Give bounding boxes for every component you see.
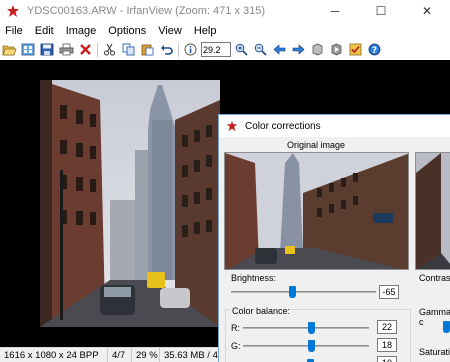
- menu-help[interactable]: Help: [188, 25, 223, 37]
- help-icon[interactable]: ?: [365, 41, 383, 58]
- dialog-title: Color corrections: [245, 120, 321, 132]
- paste-icon[interactable]: [138, 41, 156, 58]
- red-slider-track[interactable]: [243, 327, 369, 329]
- copy-icon[interactable]: [119, 41, 137, 58]
- corrected-image-preview: [415, 152, 450, 270]
- title-bar: YDSC00163.ARW - IrfanView (Zoom: 471 x 3…: [0, 0, 450, 22]
- next-icon[interactable]: [289, 41, 307, 58]
- menu-edit[interactable]: Edit: [29, 25, 60, 37]
- toolbar: 29.2 ?: [0, 40, 450, 59]
- color-corrections-dialog: Color corrections Original image Brightn…: [218, 114, 450, 362]
- slideshow-icon[interactable]: [308, 41, 326, 58]
- color-balance-group: [225, 309, 411, 362]
- gamma-slider-thumb[interactable]: [443, 321, 450, 333]
- color-balance-r-label: R:: [231, 323, 240, 333]
- status-index: 4/7: [108, 347, 132, 362]
- svg-text:?: ?: [371, 46, 376, 56]
- red-slider-thumb[interactable]: [308, 322, 316, 334]
- dialog-title-bar: Color corrections: [219, 115, 450, 137]
- maximize-button[interactable]: ☐: [358, 0, 404, 22]
- status-zoom: 29 %: [132, 347, 160, 362]
- window-title: YDSC00163.ARW - IrfanView (Zoom: 471 x 3…: [27, 5, 266, 17]
- previous-icon[interactable]: [270, 41, 288, 58]
- green-slider-track[interactable]: [243, 345, 369, 347]
- minimize-button[interactable]: ─: [312, 0, 358, 22]
- menu-file[interactable]: File: [0, 25, 29, 37]
- undo-icon[interactable]: [157, 41, 175, 58]
- brightness-slider-thumb[interactable]: [288, 286, 296, 298]
- print-icon[interactable]: [57, 41, 75, 58]
- color-balance-g-label: G:: [231, 341, 241, 351]
- green-slider-thumb[interactable]: [308, 340, 316, 352]
- brightness-value[interactable]: -65: [379, 285, 399, 299]
- close-button[interactable]: ✕: [404, 0, 450, 22]
- menu-options[interactable]: Options: [102, 25, 152, 37]
- toolbar-separator: [97, 42, 98, 57]
- zoom-in-icon[interactable]: [232, 41, 250, 58]
- open-icon[interactable]: [0, 41, 18, 58]
- irfanview-app-icon: [224, 118, 240, 134]
- zoom-select[interactable]: 29.2: [201, 42, 231, 57]
- saturation-label: Saturation: [419, 347, 450, 357]
- slideshow-play-icon[interactable]: [327, 41, 345, 58]
- original-image-label: Original image: [287, 140, 346, 150]
- main-photo: [40, 80, 220, 327]
- zoom-out-icon[interactable]: [251, 41, 269, 58]
- green-value[interactable]: 18: [377, 338, 397, 352]
- color-balance-label: Color balance:: [231, 306, 292, 316]
- red-value[interactable]: 22: [377, 320, 397, 334]
- brightness-slider-track[interactable]: [231, 291, 376, 293]
- menu-view[interactable]: View: [152, 25, 188, 37]
- contrast-label: Contrast: [419, 273, 450, 283]
- brightness-label: Brightness:: [231, 273, 277, 283]
- original-image-preview: [224, 152, 409, 270]
- blue-value[interactable]: 10: [377, 356, 397, 362]
- status-dimensions: 1616 x 1080 x 24 BPP: [0, 347, 108, 362]
- options-icon[interactable]: [346, 41, 364, 58]
- menu-image[interactable]: Image: [60, 25, 103, 37]
- irfanview-app-icon[interactable]: [5, 3, 21, 19]
- menu-bar: File Edit Image Options View Help: [0, 22, 450, 40]
- cut-icon[interactable]: [100, 41, 118, 58]
- delete-icon[interactable]: [76, 41, 94, 58]
- save-icon[interactable]: [38, 41, 56, 58]
- info-icon[interactable]: [181, 41, 199, 58]
- thumbnails-icon[interactable]: [19, 41, 37, 58]
- toolbar-separator: [178, 42, 179, 57]
